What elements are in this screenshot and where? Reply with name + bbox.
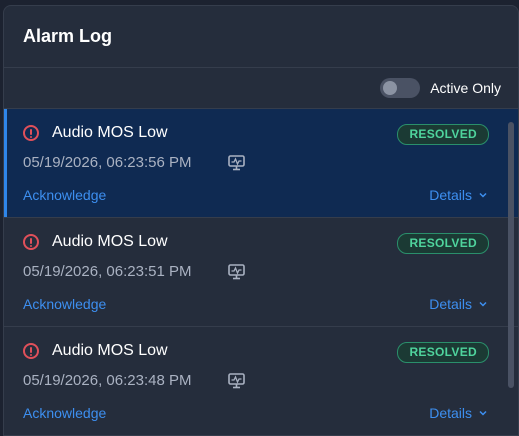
monitor-icon <box>228 155 245 171</box>
active-only-label: Active Only <box>430 80 501 96</box>
toggle-knob <box>383 81 398 95</box>
chevron-down-icon <box>479 410 487 416</box>
alert-circle-icon <box>23 343 39 359</box>
alarm-card[interactable]: Audio MOS Low RESOLVED 05/19/2026, 06:23… <box>4 109 518 218</box>
active-only-toggle[interactable] <box>380 78 421 98</box>
details-toggle[interactable]: Details <box>429 296 488 312</box>
chevron-down-icon <box>479 301 487 307</box>
alarm-card[interactable]: Audio MOS Low RESOLVED 05/19/2026, 06:23… <box>4 218 518 327</box>
alarm-timestamp: 05/19/2026, 06:23:56 PM <box>23 154 192 171</box>
alarm-name: Audio MOS Low <box>52 124 168 141</box>
status-badge: RESOLVED <box>397 342 489 363</box>
status-badge: RESOLVED <box>397 124 489 145</box>
filter-bar: Active Only <box>4 68 518 109</box>
acknowledge-link[interactable]: Acknowledge <box>23 296 106 312</box>
alarm-name: Audio MOS Low <box>52 233 168 250</box>
acknowledge-link[interactable]: Acknowledge <box>23 405 106 421</box>
panel-title: Alarm Log <box>23 25 113 46</box>
acknowledge-link[interactable]: Acknowledge <box>23 187 106 203</box>
alert-circle-icon <box>23 234 39 250</box>
alarm-timestamp: 05/19/2026, 06:23:48 PM <box>23 372 192 389</box>
alarm-list[interactable]: Audio MOS Low RESOLVED 05/19/2026, 06:23… <box>4 109 518 436</box>
chevron-down-icon <box>479 192 487 198</box>
details-label: Details <box>429 296 472 312</box>
monitor-icon <box>228 264 245 280</box>
details-toggle[interactable]: Details <box>429 405 488 421</box>
details-label: Details <box>429 405 472 421</box>
list-scrollbar[interactable] <box>508 122 514 388</box>
monitor-icon <box>228 373 245 389</box>
alarm-card[interactable]: Audio MOS Low RESOLVED 05/19/2026, 06:23… <box>4 327 518 436</box>
alarm-name: Audio MOS Low <box>52 342 168 359</box>
status-badge: RESOLVED <box>397 233 489 254</box>
alarm-log-panel: Alarm Log Active Only Audio MOS Low RESO… <box>3 5 519 436</box>
alarm-timestamp: 05/19/2026, 06:23:51 PM <box>23 263 192 280</box>
details-toggle[interactable]: Details <box>429 187 488 203</box>
details-label: Details <box>429 187 472 203</box>
panel-header: Alarm Log <box>4 6 518 68</box>
alert-circle-icon <box>23 125 39 141</box>
